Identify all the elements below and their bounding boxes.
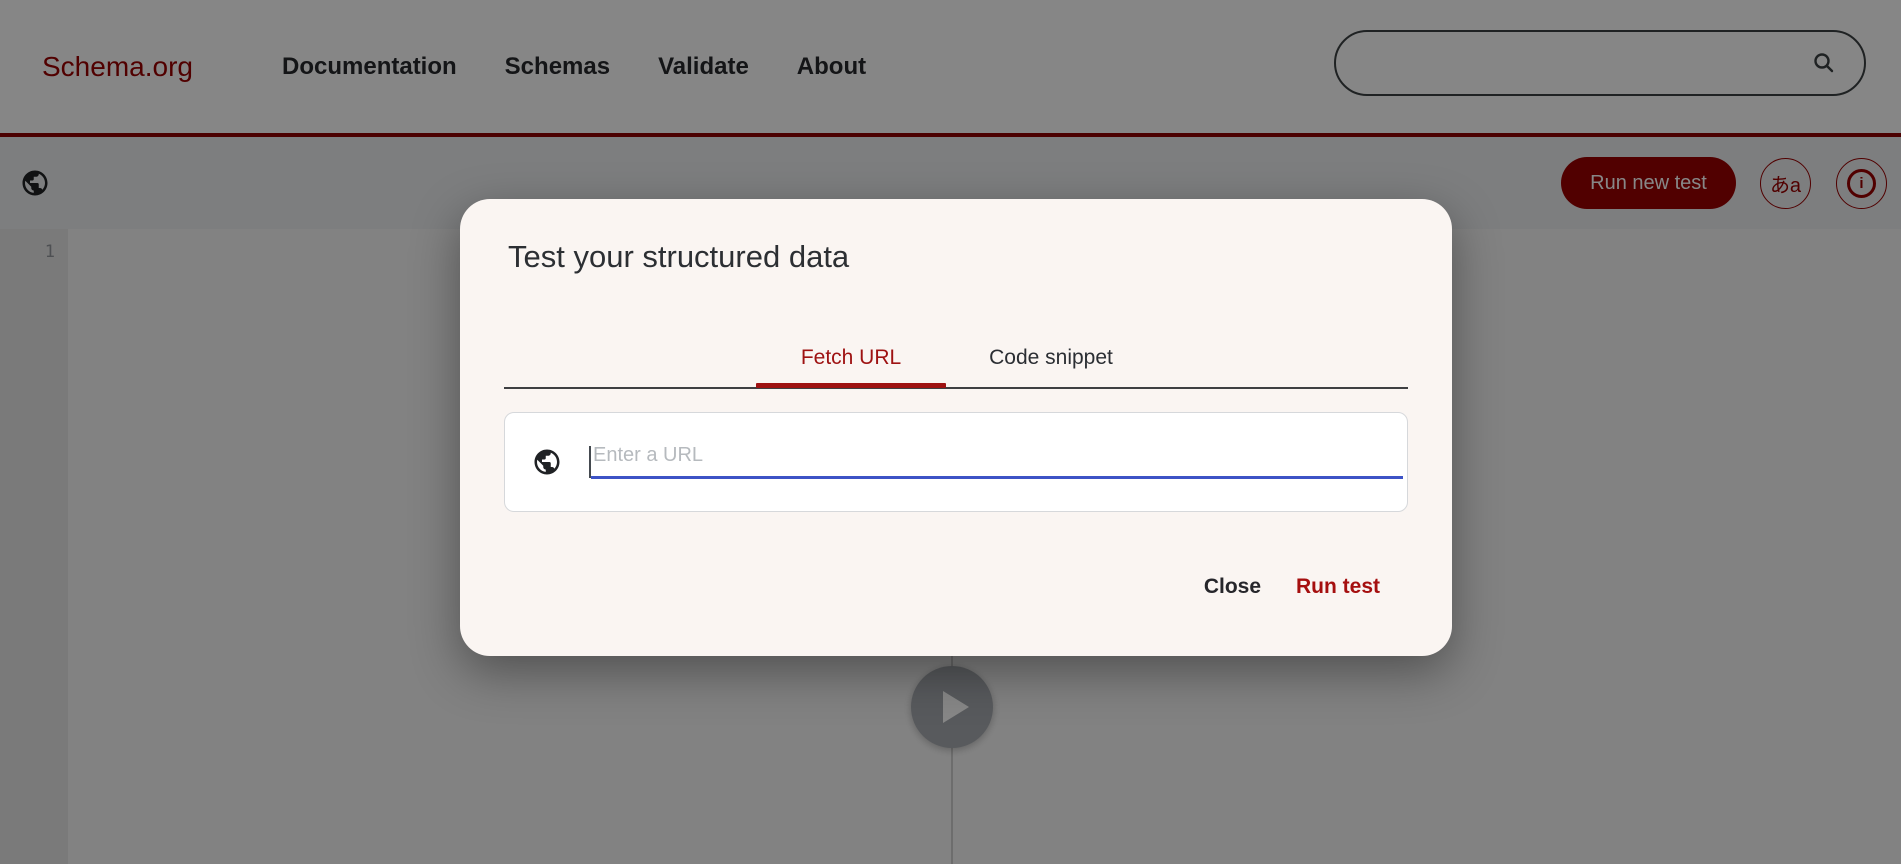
tab-code-snippet[interactable]: Code snippet [946,329,1156,387]
tab-fetch-url-label: Fetch URL [801,346,901,370]
active-tab-indicator [756,383,946,388]
close-button[interactable]: Close [1204,575,1261,599]
globe-icon [532,447,562,477]
tab-strip-divider [504,387,1408,389]
url-input-box[interactable] [504,412,1408,512]
tab-fetch-url[interactable]: Fetch URL [756,329,946,387]
test-dialog: Test your structured data Fetch URL Code… [460,199,1452,656]
dialog-title: Test your structured data [508,239,849,275]
dialog-actions: Close Run test [1204,575,1380,599]
dialog-tabs: Fetch URL Code snippet [460,329,1452,387]
run-test-button[interactable]: Run test [1296,575,1380,599]
url-input[interactable] [591,436,1403,479]
tab-code-snippet-label: Code snippet [989,346,1113,370]
